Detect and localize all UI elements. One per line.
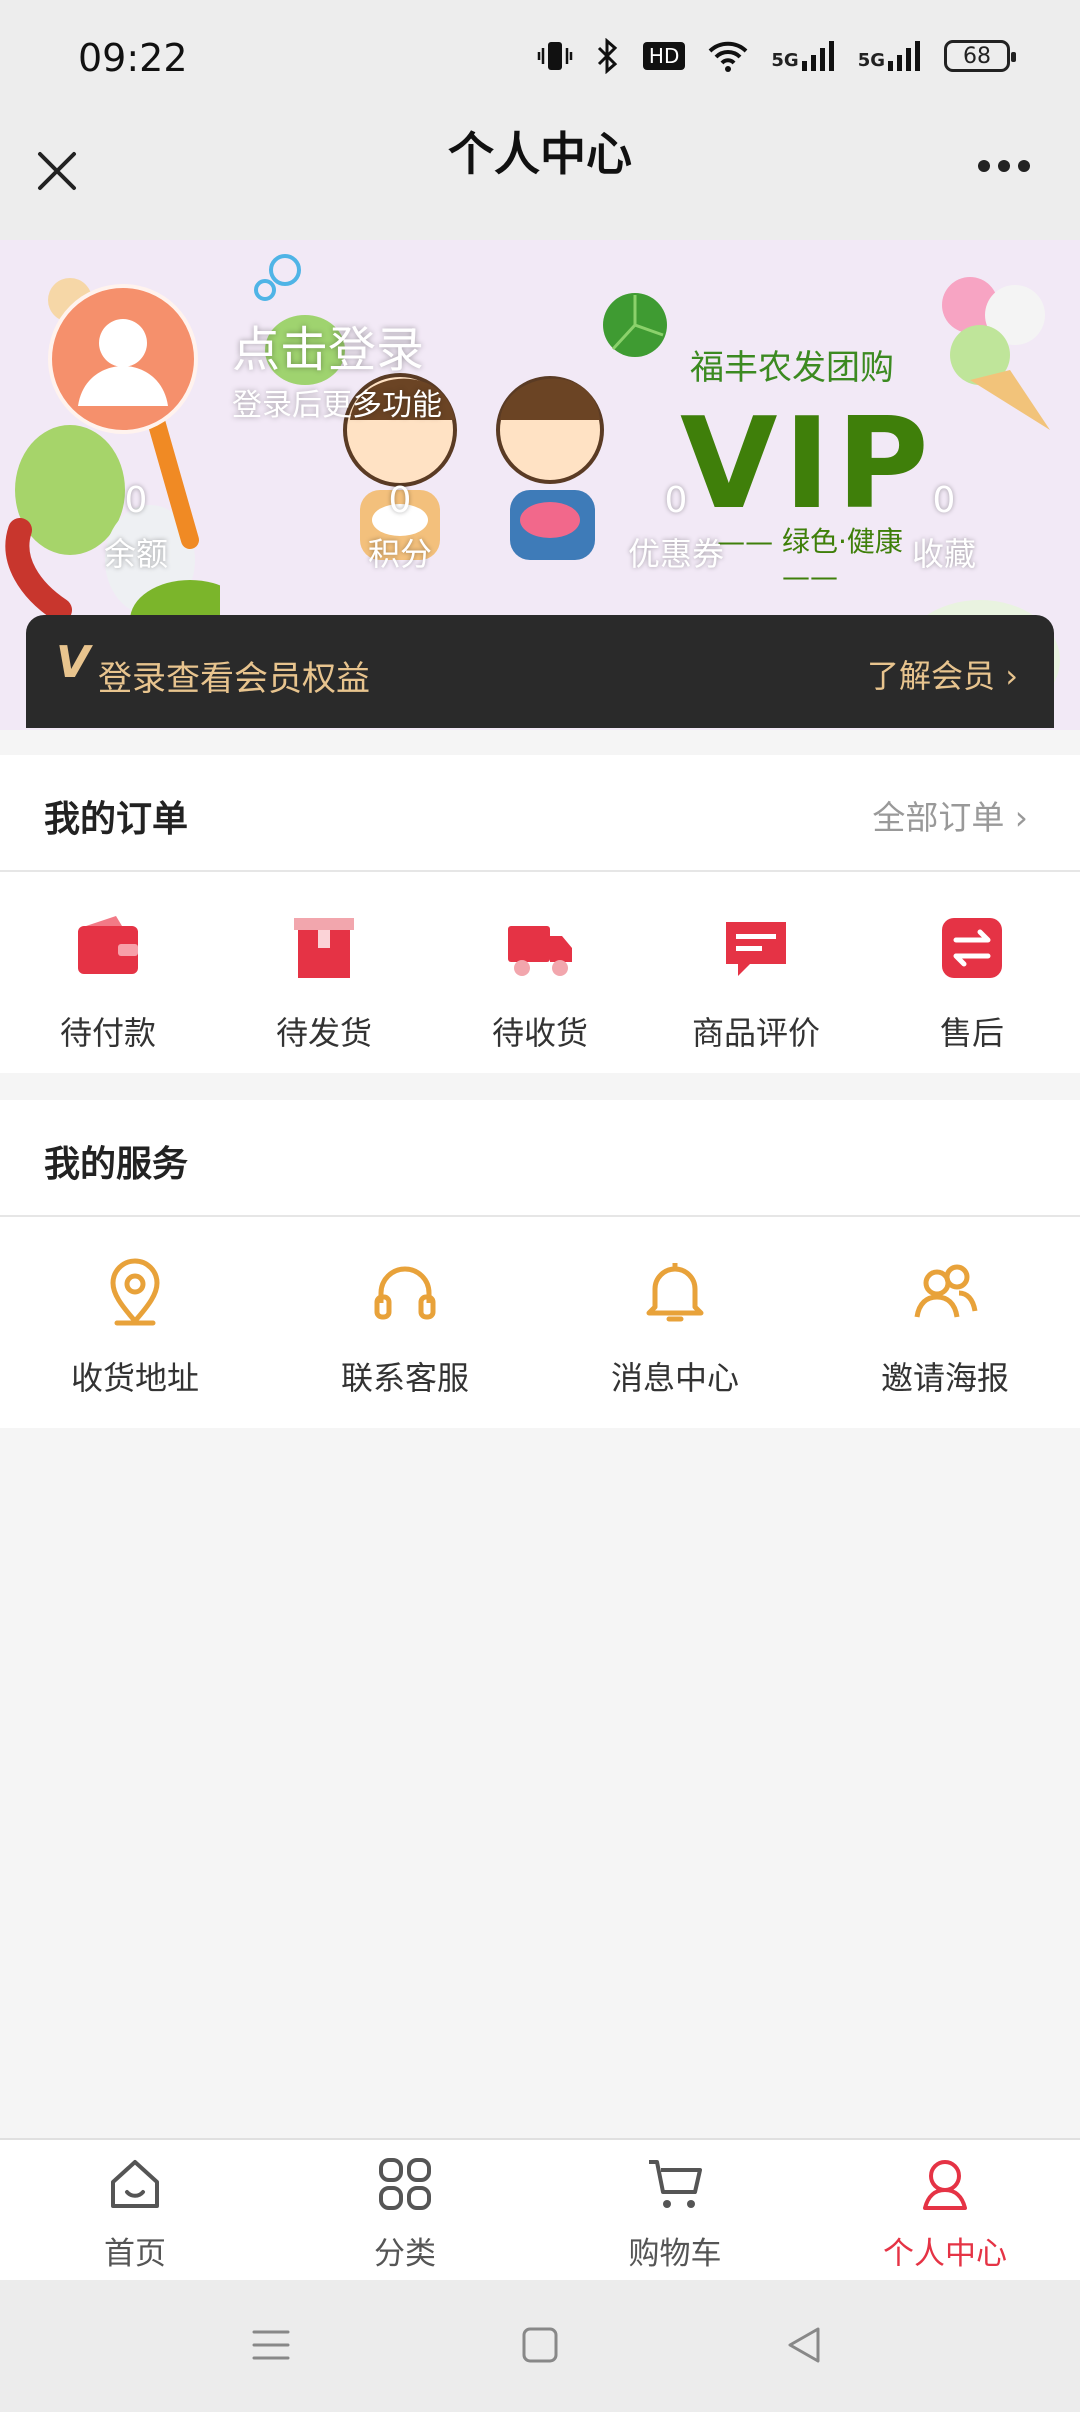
stat-balance[interactable]: 0 余额 [66,480,206,575]
stat-points[interactable]: 0 积分 [330,480,470,575]
menu-icon[interactable] [246,2320,296,2370]
tab-cart[interactable]: 购物车 [575,2154,775,2273]
stat-favorites[interactable]: 0 收藏 [874,480,1014,575]
service-label: 收货地址 [70,1359,199,1397]
service-customer-support[interactable]: 联系客服 [330,1257,480,1399]
tab-label: 个人中心 [883,2236,1007,2272]
profile-banner: 点击登录 登录后更多功能 福丰农发团购 VIP —— 绿色·健康 —— 0 余额… [0,240,1080,730]
profile-icon [923,2160,967,2210]
back-icon[interactable] [780,2320,830,2370]
lotus-leaf-illustration [603,293,667,357]
service-label: 联系客服 [340,1359,469,1397]
hd-badge: HD [642,42,686,70]
stat-value: 0 [932,480,956,521]
box-icon [294,918,354,978]
services-title: 我的服务 [44,1144,189,1185]
order-after-sales[interactable]: 售后 [902,912,1042,1054]
avatar[interactable] [48,284,198,434]
stat-label: 收藏 [911,535,976,573]
services-grid: 收货地址 联系客服 消息中心 邀请海报 [0,1217,1080,1417]
vip-v-icon: V [56,637,91,688]
user-icon [78,319,168,406]
service-invite-poster[interactable]: 邀请海报 [870,1257,1020,1399]
bell-icon [646,1263,704,1322]
orders-grid: 待付款 待发货 待收货 商品评价 售后 [0,872,1080,1072]
stat-value: 0 [124,480,148,521]
login-prompt[interactable]: 点击登录 [232,310,424,380]
stat-label: 优惠券 [627,535,724,573]
stat-label: 余额 [103,535,168,573]
service-address[interactable]: 收货地址 [60,1257,210,1399]
category-icon [379,2158,431,2210]
headset-icon [374,1266,436,1320]
signal-5g-a: 5G [771,41,835,71]
location-icon [110,1258,160,1326]
all-orders-link[interactable]: 全部订单 › [872,791,1028,839]
stat-coupons[interactable]: 0 优惠券 [606,480,746,575]
login-subtitle: 登录后更多功能 [232,388,442,423]
cart-icon [649,2160,702,2208]
status-time: 09:22 [78,36,188,80]
brand-name: 福丰农发团购 [690,348,894,388]
home-icon [111,2160,159,2208]
service-label: 邀请海报 [880,1359,1009,1397]
stat-value: 0 [388,480,412,521]
order-pending-shipment[interactable]: 待发货 [254,912,394,1054]
vibrate-icon [537,42,573,70]
bottom-tab-bar: 首页 分类 购物车 个人中心 [0,2138,1080,2280]
order-label: 售后 [939,1014,1004,1052]
order-label: 商品评价 [691,1014,820,1052]
more-icon[interactable] [976,158,1032,174]
member-benefits-text: 登录查看会员权益 [98,659,370,699]
battery-indicator: 68 [944,40,1016,72]
services-card: 我的服务 收货地址 联系客服 消息中心 邀请海报 [0,1100,1080,1428]
truck-icon [508,926,572,976]
order-pending-payment[interactable]: 待付款 [38,912,178,1054]
order-pending-receipt[interactable]: 待收货 [470,912,610,1054]
member-benefits-bar[interactable]: V 登录查看会员权益 了解会员 › [26,615,1054,728]
order-label: 待发货 [275,1014,372,1052]
tab-category[interactable]: 分类 [305,2154,505,2273]
order-label: 待付款 [59,1014,156,1052]
users-icon [914,1264,978,1318]
learn-membership-link[interactable]: 了解会员 › [867,651,1018,697]
order-label: 待收货 [491,1014,588,1052]
orders-title: 我的订单 [44,799,189,840]
wifi-icon [708,41,748,72]
bluetooth-icon [597,38,618,74]
exchange-icon [942,918,1002,978]
page-title: 个人中心 [448,127,632,181]
tab-home[interactable]: 首页 [35,2154,235,2273]
top-navbar: 个人中心 [0,124,1080,240]
system-navigation-bar [0,2280,1080,2412]
status-bar: 09:22 HD 5G 5G 68 [0,0,1080,124]
home-button-icon[interactable] [515,2320,565,2370]
orders-card: 我的订单 全部订单 › 待付款 待发货 待收货 商品评价 售后 [0,755,1080,1073]
tab-profile[interactable]: 个人中心 [845,2154,1045,2273]
stat-value: 0 [664,480,688,521]
comment-icon [726,922,786,976]
signal-5g-b: 5G [858,41,922,71]
service-messages[interactable]: 消息中心 [600,1257,750,1399]
orders-header: 我的订单 全部订单 › [0,755,1080,872]
services-header: 我的服务 [0,1100,1080,1217]
wallet-icon [78,916,138,974]
service-label: 消息中心 [610,1359,739,1397]
tab-label: 首页 [104,2236,166,2272]
order-review[interactable]: 商品评价 [686,912,826,1054]
tab-label: 购物车 [628,2236,722,2272]
status-icons: HD 5G 5G 68 [537,38,1016,74]
stat-label: 积分 [367,535,432,573]
icecream-illustration [942,277,1050,430]
tab-label: 分类 [374,2236,436,2272]
